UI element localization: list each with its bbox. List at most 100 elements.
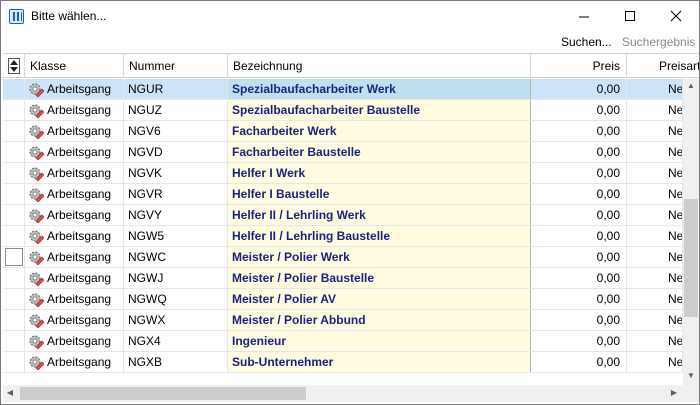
row-selector[interactable] [3, 184, 25, 204]
klasse-text: Arbeitsgang [47, 250, 112, 264]
cell-bezeichnung: Spezialbaufacharbeiter Baustelle [228, 100, 531, 120]
cell-bezeichnung: Helfer II / Lehrling Baustelle [228, 226, 531, 246]
row-selector[interactable] [3, 247, 25, 267]
table-row[interactable]: Arbeitsgang NGVD Facharbeiter Baustelle … [3, 142, 683, 163]
row-selector[interactable] [3, 310, 25, 330]
vertical-scroll-thumb[interactable] [684, 199, 698, 317]
row-selector[interactable] [3, 121, 25, 141]
cell-nummer: NGW5 [124, 226, 228, 246]
title-bar[interactable]: Bitte wählen... [1, 1, 699, 31]
row-selector[interactable] [3, 352, 25, 372]
table-row[interactable]: Arbeitsgang NGW5 Helfer II / Lehrling Ba… [3, 226, 683, 247]
cell-preis: 0,00 [531, 331, 627, 351]
cell-nummer: NGWC [124, 247, 228, 267]
table-row[interactable]: Arbeitsgang NGWC Meister / Polier Werk 0… [3, 247, 683, 268]
scroll-right-icon[interactable]: ▶ [667, 388, 681, 397]
cell-preis: 0,00 [531, 121, 627, 141]
sort-toggle[interactable] [3, 54, 25, 78]
cell-bezeichnung: Sub-Unternehmer [228, 352, 531, 372]
cell-preis: 0,00 [531, 268, 627, 288]
minimize-icon [579, 16, 589, 18]
row-checkbox[interactable] [5, 248, 23, 266]
klasse-text: Arbeitsgang [47, 313, 112, 327]
table-row[interactable]: Arbeitsgang NGX4 Ingenieur 0,00 Ne [3, 331, 683, 352]
row-selector[interactable] [3, 268, 25, 288]
table-row[interactable]: Arbeitsgang NGWQ Meister / Polier AV 0,0… [3, 289, 683, 310]
cell-nummer: NGV6 [124, 121, 228, 141]
app-icon [9, 9, 24, 24]
cell-bezeichnung: Facharbeiter Baustelle [228, 142, 531, 162]
table-row[interactable]: Arbeitsgang NGXB Sub-Unternehmer 0,00 Ne [3, 352, 683, 373]
maximize-icon [625, 11, 635, 21]
cell-klasse: Arbeitsgang [25, 79, 124, 99]
klasse-text: Arbeitsgang [47, 229, 112, 243]
cell-nummer: NGWJ [124, 268, 228, 288]
cell-preis: 0,00 [531, 100, 627, 120]
cell-preisart: Ne [627, 100, 683, 120]
cell-preis: 0,00 [531, 79, 627, 99]
gear-eraser-icon [29, 335, 44, 349]
klasse-text: Arbeitsgang [47, 82, 112, 96]
cell-nummer: NGUR [124, 79, 228, 99]
gear-eraser-icon [29, 272, 44, 286]
scroll-down-icon[interactable]: ▼ [683, 371, 699, 380]
cell-preisart: Ne [627, 142, 683, 162]
column-header-klasse[interactable]: Klasse [25, 54, 124, 78]
cell-klasse: Arbeitsgang [25, 289, 124, 309]
cell-preisart: Ne [627, 352, 683, 372]
minimize-button[interactable] [561, 1, 607, 31]
cell-nummer: NGX4 [124, 331, 228, 351]
table-row[interactable]: Arbeitsgang NGWX Meister / Polier Abbund… [3, 310, 683, 331]
cell-preis: 0,00 [531, 163, 627, 183]
cell-bezeichnung: Helfer II / Lehrling Werk [228, 205, 531, 225]
toolbar: Suchen... Suchergebnis [1, 31, 699, 53]
column-header-preis[interactable]: Preis [531, 54, 627, 78]
table-row[interactable]: Arbeitsgang NGVR Helfer I Baustelle 0,00… [3, 184, 683, 205]
row-selector[interactable] [3, 142, 25, 162]
table-row[interactable]: Arbeitsgang NGVY Helfer II / Lehrling We… [3, 205, 683, 226]
gear-eraser-icon [29, 230, 44, 244]
cell-bezeichnung: Meister / Polier AV [228, 289, 531, 309]
cell-klasse: Arbeitsgang [25, 184, 124, 204]
table-row[interactable]: Arbeitsgang NGVK Helfer I Werk 0,00 Ne [3, 163, 683, 184]
table-row[interactable]: Arbeitsgang NGWJ Meister / Polier Bauste… [3, 268, 683, 289]
column-header-bezeichnung[interactable]: Bezeichnung [228, 54, 531, 78]
table-row[interactable]: Arbeitsgang NGUZ Spezialbaufacharbeiter … [3, 100, 683, 121]
gear-eraser-icon [29, 83, 44, 97]
cell-bezeichnung: Meister / Polier Baustelle [228, 268, 531, 288]
row-selector[interactable] [3, 100, 25, 120]
vertical-scrollbar[interactable]: ▲ ▼ [683, 79, 699, 385]
gear-eraser-icon [29, 356, 44, 370]
cell-nummer: NGUZ [124, 100, 228, 120]
cell-nummer: NGVY [124, 205, 228, 225]
row-selector[interactable] [3, 163, 25, 183]
row-selector[interactable] [3, 205, 25, 225]
cell-preisart: Ne [627, 79, 683, 99]
cell-nummer: NGWX [124, 310, 228, 330]
klasse-text: Arbeitsgang [47, 103, 112, 117]
column-header-nummer[interactable]: Nummer [124, 54, 228, 78]
table-row[interactable]: Arbeitsgang NGUR Spezialbaufacharbeiter … [3, 79, 683, 100]
table-row[interactable]: Arbeitsgang NGV6 Facharbeiter Werk 0,00 … [3, 121, 683, 142]
sort-arrows-icon [8, 58, 20, 74]
search-link[interactable]: Suchen... [561, 35, 612, 49]
column-header-preisart[interactable]: Preisart [627, 54, 699, 78]
cell-preisart: Ne [627, 184, 683, 204]
scroll-up-icon[interactable]: ▲ [683, 81, 699, 90]
row-selector[interactable] [3, 331, 25, 351]
row-selector[interactable] [3, 226, 25, 246]
gear-eraser-icon [29, 188, 44, 202]
window-title: Bitte wählen... [31, 9, 107, 23]
maximize-button[interactable] [607, 1, 653, 31]
cell-preisart: Ne [627, 268, 683, 288]
close-button[interactable] [653, 1, 699, 31]
horizontal-scrollbar[interactable]: ◀ ▶ [3, 385, 683, 402]
result-grid: Klasse Nummer Bezeichnung Preis Preisart… [3, 53, 699, 403]
gear-eraser-icon [29, 293, 44, 307]
search-result-link[interactable]: Suchergebnis [622, 35, 695, 49]
horizontal-scroll-thumb[interactable] [20, 387, 306, 400]
row-selector[interactable] [3, 79, 25, 99]
scroll-left-icon[interactable]: ◀ [3, 388, 17, 397]
row-selector[interactable] [3, 289, 25, 309]
klasse-text: Arbeitsgang [47, 292, 112, 306]
